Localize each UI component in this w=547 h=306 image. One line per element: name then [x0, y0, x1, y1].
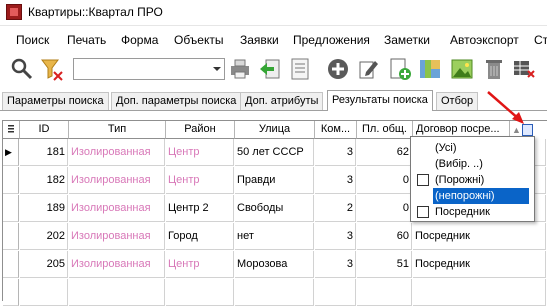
cell-id[interactable]: 202 [20, 223, 68, 250]
row-indicator[interactable] [3, 279, 19, 306]
add-circle-icon[interactable] [326, 57, 350, 81]
filter-option-empty[interactable]: (Порожні) [433, 172, 486, 188]
tab-extra-attributes[interactable]: Доп. атрибуты [240, 92, 324, 110]
row-indicator[interactable] [3, 251, 19, 278]
cell-area[interactable]: 60 [357, 223, 412, 250]
cell-rooms[interactable]: 3 [315, 139, 356, 166]
cell-type[interactable]: Изолированная [69, 167, 165, 194]
column-filter-popup: (Усі) (Вибір. ..) (Порожні) (непорожні) … [410, 136, 535, 222]
tab-selection[interactable]: Отбор [436, 92, 479, 110]
cell-rooms[interactable]: 3 [315, 251, 356, 278]
table-row[interactable] [166, 279, 234, 306]
print-icon[interactable] [228, 57, 252, 81]
filter-empty-checkbox[interactable] [417, 174, 429, 186]
menu-objects[interactable]: Объекты [174, 33, 224, 47]
cell-area[interactable]: 0 [357, 167, 412, 194]
table-row[interactable] [235, 279, 314, 306]
map-icon[interactable] [418, 57, 442, 81]
row-indicator[interactable] [3, 167, 19, 194]
filter-option-all[interactable]: (Усі) [433, 140, 459, 156]
cell-type[interactable]: Изолированная [69, 195, 165, 222]
filter-option-intermediary[interactable]: Посредник [433, 204, 492, 220]
tab-bar: Параметры поиска Доп. параметры поиска Д… [0, 90, 547, 111]
filter-option-nonempty[interactable]: (непорожні) [433, 188, 529, 204]
menu-search[interactable]: Поиск [16, 33, 49, 47]
cell-street[interactable]: Морозова [235, 251, 314, 278]
cell-district[interactable]: Центр [166, 167, 234, 194]
cell-street[interactable]: Свободы [235, 195, 314, 222]
app-icon [6, 4, 22, 20]
cell-street[interactable]: нет [235, 223, 314, 250]
delete-icon[interactable] [482, 57, 506, 81]
cell-district[interactable]: Город [166, 223, 234, 250]
cell-street[interactable]: Правди [235, 167, 314, 194]
column-header-area[interactable]: Пл. общ. [357, 121, 413, 139]
tab-search-results[interactable]: Результаты поиска [327, 90, 433, 111]
menu-offers[interactable]: Предложения [293, 33, 370, 47]
cell-type[interactable]: Изолированная [69, 223, 165, 250]
import-icon[interactable] [258, 57, 282, 81]
menu-form[interactable]: Форма [121, 33, 158, 47]
filter-intermediary-checkbox[interactable] [417, 206, 429, 218]
cell-street[interactable]: 50 лет СССР [235, 139, 314, 166]
cell-id[interactable]: 181 [20, 139, 68, 166]
row-indicator[interactable] [3, 195, 19, 222]
table-row[interactable] [69, 279, 165, 306]
menu-more[interactable]: Ст [534, 33, 547, 47]
cell-contract[interactable]: Посредник [413, 251, 546, 278]
cell-type[interactable]: Изолированная [69, 251, 165, 278]
cell-contract[interactable]: Посредник [413, 223, 546, 250]
column-header-rooms[interactable]: Ком... [315, 121, 357, 139]
menu-bar: Поиск Печать Форма Объекты Заявки Предло… [0, 28, 547, 52]
window-title: Квартиры::Квартал ПРО [28, 5, 163, 19]
column-header-id[interactable]: ID [20, 121, 69, 139]
filter-option-custom[interactable]: (Вибір. ..) [433, 156, 485, 172]
cell-district[interactable]: Центр [166, 251, 234, 278]
cell-type[interactable]: Изолированная [69, 139, 165, 166]
menu-requests[interactable]: Заявки [240, 33, 279, 47]
cell-area[interactable]: 0 [357, 195, 412, 222]
cell-rooms[interactable]: 2 [315, 195, 356, 222]
grid-settings-icon[interactable] [512, 57, 536, 81]
cell-rooms[interactable]: 3 [315, 167, 356, 194]
red-arrow-annotation [487, 91, 524, 124]
edit-icon[interactable] [356, 57, 380, 81]
row-selector-header[interactable] [3, 121, 20, 139]
column-header-type[interactable]: Тип [69, 121, 166, 139]
cell-district[interactable]: Центр 2 [166, 195, 234, 222]
row-indicator[interactable] [3, 223, 19, 250]
table-row[interactable] [357, 279, 412, 306]
cell-id[interactable]: 189 [20, 195, 68, 222]
title-bar: Квартиры::Квартал ПРО [0, 0, 547, 26]
table-row[interactable] [413, 279, 546, 306]
menu-autoexport[interactable]: Автоэкспорт [450, 33, 519, 47]
table-row[interactable] [315, 279, 356, 306]
column-header-district[interactable]: Район [166, 121, 235, 139]
column-header-street[interactable]: Улица [235, 121, 315, 139]
menu-print[interactable]: Печать [67, 33, 106, 47]
tab-search-params[interactable]: Параметры поиска [2, 92, 109, 110]
cell-area[interactable]: 51 [357, 251, 412, 278]
cell-rooms[interactable]: 3 [315, 223, 356, 250]
cell-area[interactable]: 62 [357, 139, 412, 166]
menu-notes[interactable]: Заметки [384, 33, 430, 47]
cell-id[interactable]: 205 [20, 251, 68, 278]
cell-district[interactable]: Центр [166, 139, 234, 166]
table-row[interactable] [20, 279, 68, 306]
tab-extra-search-params[interactable]: Доп. параметры поиска [111, 92, 242, 110]
image-icon[interactable] [450, 57, 474, 81]
current-row-icon: ▶ [5, 147, 12, 157]
cell-id[interactable]: 182 [20, 167, 68, 194]
new-document-icon[interactable] [388, 57, 412, 81]
list-icon[interactable] [288, 57, 312, 81]
row-indicator[interactable]: ▶ [3, 139, 19, 166]
